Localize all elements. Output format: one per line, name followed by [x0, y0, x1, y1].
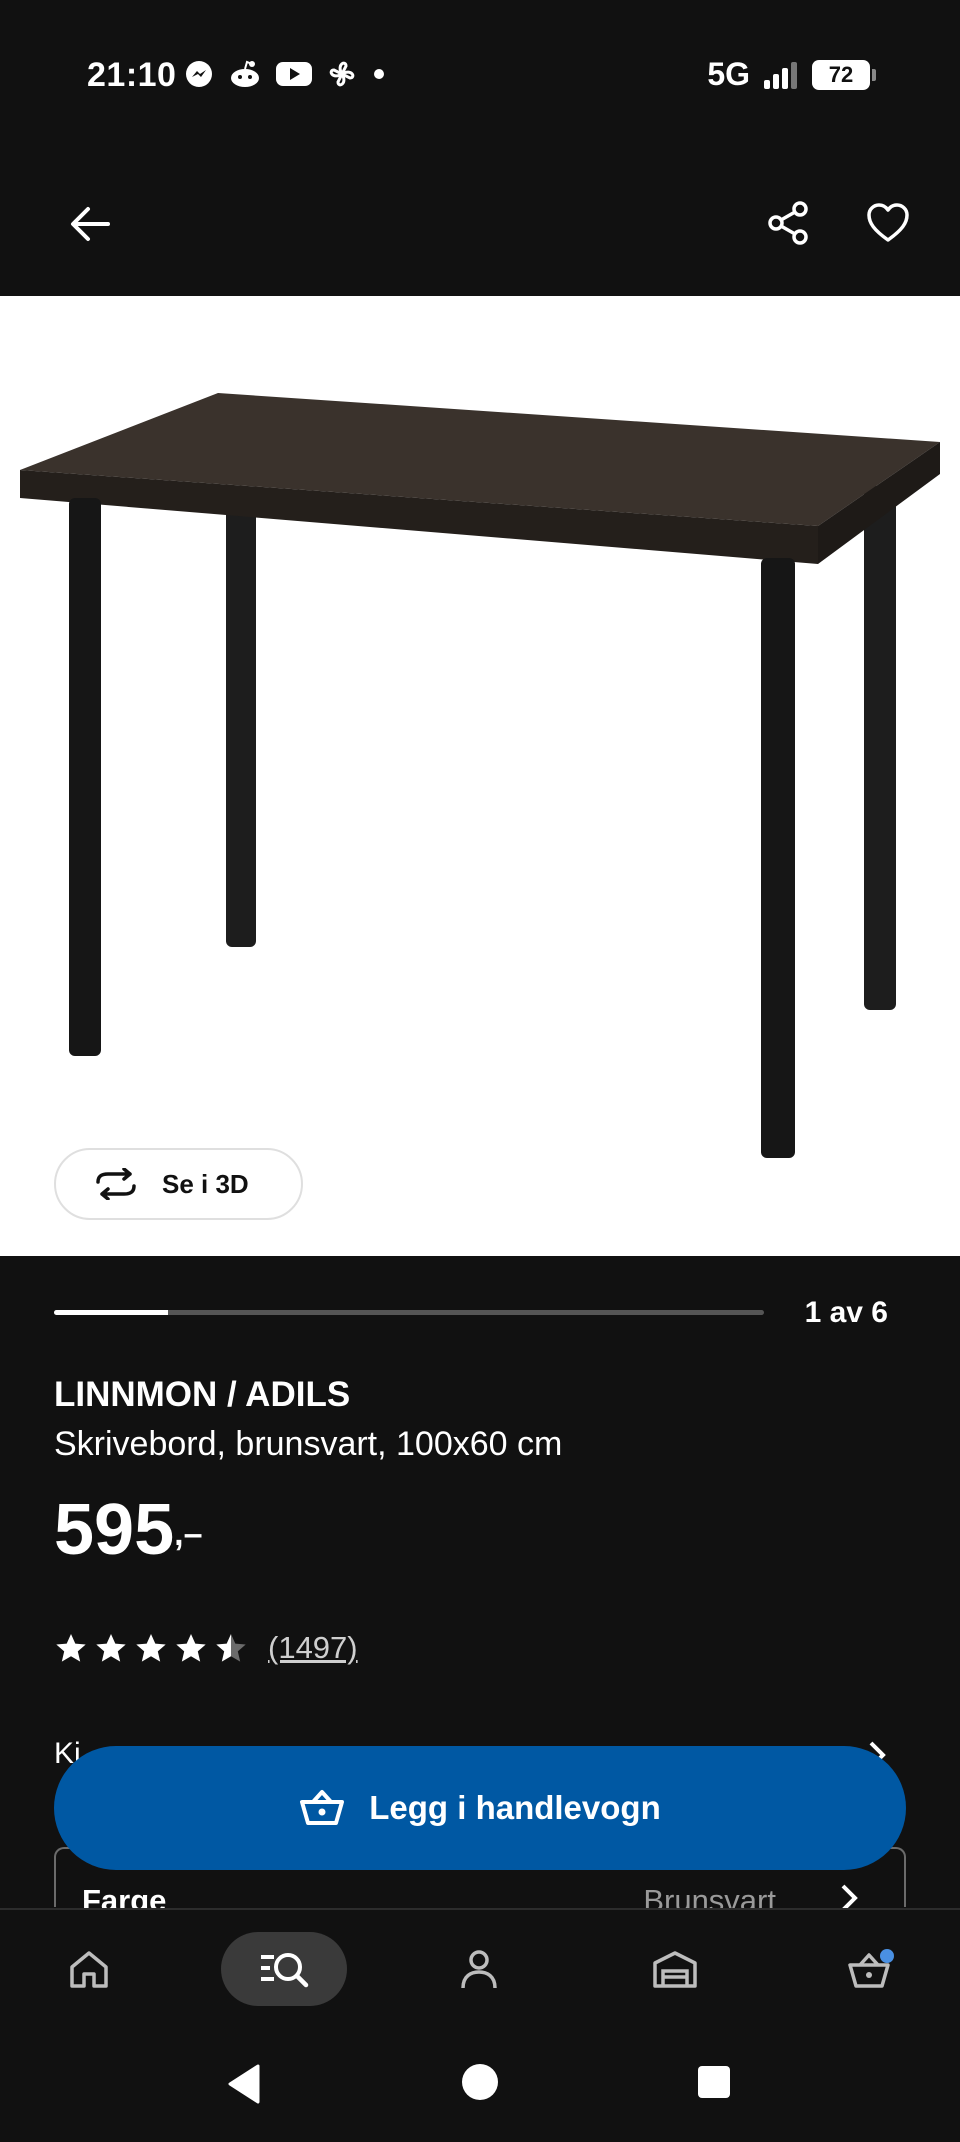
heart-icon[interactable]: [866, 202, 910, 244]
rotate-3d-icon: [96, 1168, 136, 1200]
signal-icon: [764, 61, 797, 89]
system-navigation: [0, 2030, 960, 2142]
nav-search[interactable]: [221, 1932, 347, 2006]
review-count-link[interactable]: (1497): [268, 1630, 358, 1666]
gallery-progress-fill: [54, 1310, 168, 1315]
rating-stars[interactable]: [54, 1632, 248, 1664]
bottom-navigation: [0, 1908, 960, 2030]
star-icon: [136, 1634, 166, 1662]
basket-icon: [848, 1949, 894, 1988]
product-name: LINNMON / ADILS: [54, 1375, 351, 1414]
gallery-progress: [54, 1310, 764, 1315]
search-browse-icon: [261, 1953, 309, 1988]
star-icon: [96, 1634, 126, 1662]
reddit-icon: [231, 60, 259, 87]
dot-icon: [374, 69, 384, 79]
star-icon: [56, 1634, 86, 1662]
fan-icon: [329, 61, 355, 87]
store-icon: [653, 1951, 697, 1988]
home-icon: [70, 1951, 108, 1988]
nav-home[interactable]: [26, 1932, 152, 2006]
view-3d-button[interactable]: Se i 3D: [54, 1148, 303, 1220]
nav-store[interactable]: [612, 1932, 738, 2006]
price-value: 595: [54, 1490, 175, 1570]
share-icon[interactable]: [766, 200, 810, 246]
status-bar: 21:10 5G 72: [0, 0, 960, 150]
system-home-icon[interactable]: [460, 2062, 500, 2102]
messenger-icon: [186, 61, 212, 87]
product-image[interactable]: Se i 3D: [0, 296, 960, 1256]
status-right: 5G 72: [707, 56, 876, 93]
product-price: 595,–: [54, 1490, 203, 1570]
profile-icon: [461, 1950, 497, 1989]
add-to-cart-label: Legg i handlevogn: [369, 1789, 661, 1826]
youtube-icon: [276, 62, 312, 86]
price-suffix: ,–: [174, 1515, 203, 1553]
status-time: 21:10: [87, 56, 177, 94]
back-arrow-icon[interactable]: [68, 204, 112, 244]
star-icon: [216, 1634, 246, 1662]
desk-image: [20, 393, 940, 1158]
app-top-bar: [0, 150, 960, 296]
add-to-cart-button[interactable]: Legg i handlevogn: [54, 1746, 906, 1870]
basket-icon: [300, 1790, 345, 1825]
system-back-icon[interactable]: [224, 2062, 264, 2106]
nav-profile[interactable]: [416, 1932, 542, 2006]
battery-indicator: 72: [812, 59, 876, 90]
nav-basket[interactable]: [808, 1932, 934, 2006]
notification-icons: [184, 58, 386, 90]
gallery-counter: 1 av 6: [804, 1296, 888, 1329]
system-recents-icon[interactable]: [696, 2064, 732, 2100]
star-icon: [176, 1634, 206, 1662]
product-description: Skrivebord, brunsvart, 100x60 cm: [54, 1425, 563, 1463]
network-label: 5G: [707, 56, 750, 92]
view-3d-label: Se i 3D: [162, 1168, 249, 1199]
